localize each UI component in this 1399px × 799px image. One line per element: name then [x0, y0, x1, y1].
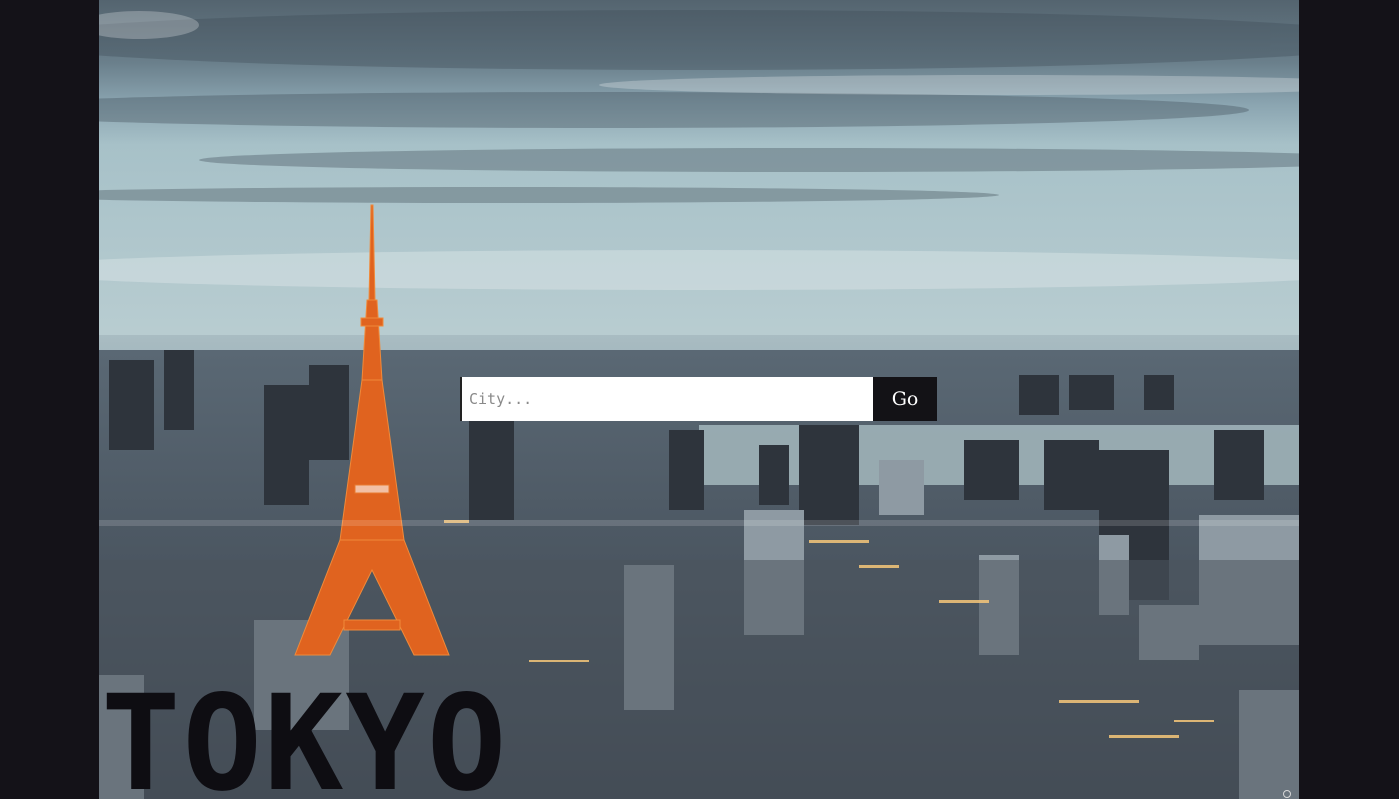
go-button[interactable]: Go: [873, 377, 937, 421]
city-search-form: Go: [460, 377, 937, 421]
city-name-heading: TOKYO: [101, 667, 509, 799]
page: Go TOKYO: [0, 0, 1399, 799]
hero-background: Go TOKYO: [99, 0, 1299, 799]
city-search-input[interactable]: [460, 377, 873, 421]
corner-mark-icon: [1283, 790, 1291, 798]
